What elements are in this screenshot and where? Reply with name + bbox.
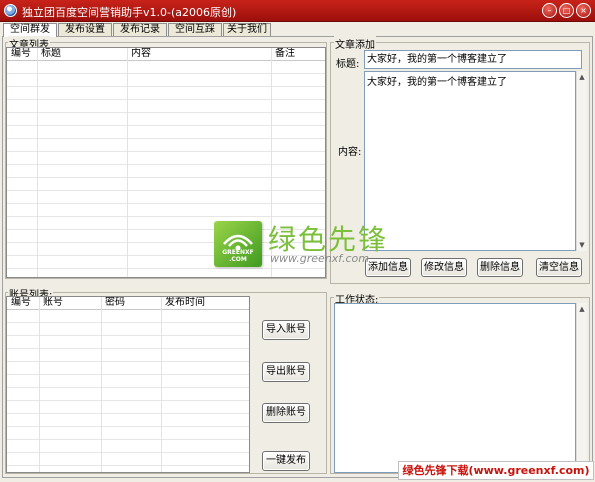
status-scrollbar[interactable]: ▲: [576, 303, 587, 461]
tab-space-broadcast[interactable]: 空间群发: [3, 23, 57, 37]
content-field-label: 内容:: [338, 147, 362, 158]
clear-info-button[interactable]: 清空信息: [536, 258, 582, 277]
col-header-publish-time[interactable]: 发布时间: [165, 297, 205, 309]
content-textarea[interactable]: 大家好，我的第一个博客建立了: [364, 71, 576, 251]
tab-publish-records[interactable]: 发布记录: [113, 23, 167, 36]
work-status-log[interactable]: [334, 303, 576, 473]
maximize-button[interactable]: □: [559, 3, 574, 18]
title-input[interactable]: 大家好，我的第一个博客建立了: [364, 50, 582, 69]
article-table-header: 编号 标题 内容 备注: [7, 48, 325, 61]
greenxf-logo: GREENXF .COM: [214, 221, 262, 267]
column-divider: [161, 297, 162, 472]
col-header-title[interactable]: 标题: [41, 48, 61, 60]
column-divider: [39, 297, 40, 472]
account-table[interactable]: 编号 账号 密码 发布时间: [6, 296, 250, 473]
scroll-up-icon[interactable]: ▲: [577, 303, 587, 315]
logo-text: GREENXF .COM: [222, 249, 254, 263]
window-title: 独立团百度空间营销助手v1.0-(a2006原创): [22, 6, 237, 19]
column-divider: [37, 48, 38, 277]
watermark-url: www.greenxf.com: [270, 252, 369, 265]
tab-about-us[interactable]: 关于我们: [223, 23, 271, 36]
title-field-label: 标题:: [336, 59, 360, 70]
delete-accounts-button[interactable]: 删除账号: [262, 403, 310, 423]
add-info-button[interactable]: 添加信息: [365, 258, 411, 277]
import-accounts-button[interactable]: 导入账号: [262, 320, 310, 340]
scroll-up-icon[interactable]: ▲: [577, 71, 587, 83]
edit-info-button[interactable]: 修改信息: [421, 258, 467, 277]
col-header-password[interactable]: 密码: [105, 297, 125, 309]
minimize-button[interactable]: –: [542, 3, 557, 18]
app-icon: [4, 4, 17, 17]
col-header-account[interactable]: 账号: [43, 297, 63, 309]
account-table-header: 编号 账号 密码 发布时间: [7, 297, 249, 310]
scroll-down-icon[interactable]: ▼: [577, 239, 587, 251]
col-header-id[interactable]: 编号: [11, 297, 31, 309]
col-header-content[interactable]: 内容: [131, 48, 151, 60]
export-accounts-button[interactable]: 导出账号: [262, 362, 310, 382]
col-header-remark[interactable]: 备注: [275, 48, 295, 60]
col-header-id[interactable]: 编号: [11, 48, 31, 60]
tab-publish-settings[interactable]: 发布设置: [58, 23, 112, 36]
content-scrollbar[interactable]: ▲ ▼: [576, 71, 587, 251]
tab-space-mutual[interactable]: 空间互踩: [168, 23, 222, 36]
download-banner[interactable]: 绿色先锋下载(www.greenxf.com): [398, 461, 594, 480]
close-button[interactable]: ×: [576, 3, 591, 18]
article-add-label: 文章添加: [334, 36, 376, 51]
column-divider: [101, 297, 102, 472]
one-click-publish-button[interactable]: 一键发布: [262, 451, 310, 471]
delete-info-button[interactable]: 删除信息: [477, 258, 523, 277]
column-divider: [127, 48, 128, 277]
account-table-rows: [7, 310, 249, 472]
